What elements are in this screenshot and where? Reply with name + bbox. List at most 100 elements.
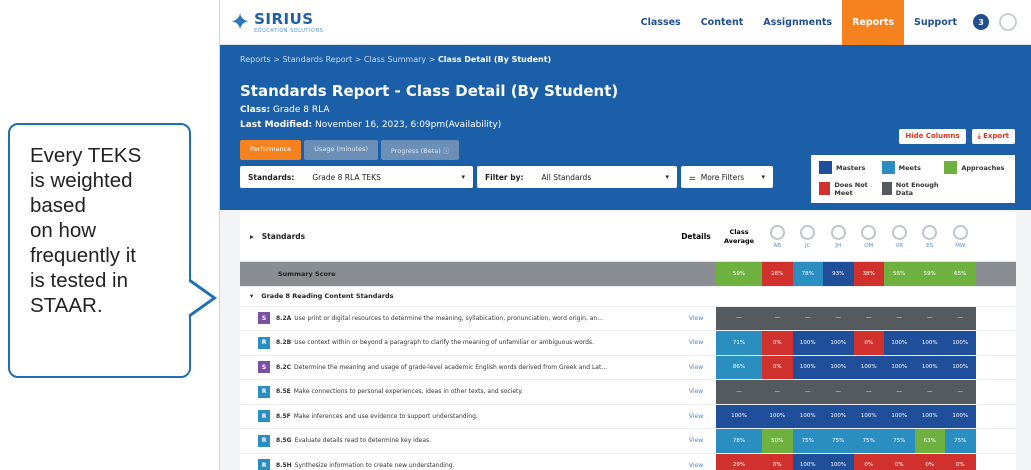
score-cell[interactable]: 100% bbox=[914, 331, 945, 355]
score-cell[interactable]: — bbox=[762, 380, 793, 404]
score-cell[interactable]: — bbox=[945, 380, 976, 404]
score-cell[interactable]: 0% bbox=[884, 453, 915, 470]
score-cell[interactable]: 100% bbox=[853, 404, 884, 428]
score-cell[interactable]: 0% bbox=[914, 453, 945, 470]
score-cell[interactable]: 100% bbox=[823, 453, 854, 470]
score-cell[interactable]: 75% bbox=[884, 429, 915, 453]
score-cell[interactable]: 100% bbox=[792, 453, 823, 470]
score-cell[interactable]: 56% bbox=[884, 262, 915, 286]
standards-column-header[interactable]: ▸ Standards bbox=[240, 232, 676, 241]
score-cell[interactable]: — bbox=[823, 380, 854, 404]
breadcrumb[interactable]: Reports > Standards Report > Class Summa… bbox=[240, 55, 1011, 64]
score-cell[interactable]: — bbox=[792, 380, 823, 404]
nav-assignments[interactable]: Assignments bbox=[753, 0, 842, 45]
score-cell[interactable]: — bbox=[884, 306, 915, 330]
standards-select[interactable]: Standards: Grade 8 RLA TEKS ▾ bbox=[240, 166, 473, 188]
class-average-cell: 59% bbox=[716, 262, 762, 286]
score-cell[interactable]: 0% bbox=[762, 331, 793, 355]
standard-type-icon: R bbox=[258, 336, 270, 349]
student-column-header[interactable]: JC bbox=[793, 224, 824, 249]
view-link[interactable]: View bbox=[676, 380, 716, 404]
legend-label: Meets bbox=[898, 163, 921, 172]
score-cell[interactable]: 0% bbox=[762, 355, 793, 379]
score-cell[interactable]: 50% bbox=[762, 429, 793, 453]
score-cell[interactable]: — bbox=[945, 306, 976, 330]
student-column-header[interactable]: MW bbox=[945, 224, 976, 249]
breadcrumb-path[interactable]: Reports > Standards Report > Class Summa… bbox=[240, 55, 438, 64]
nav-classes[interactable]: Classes bbox=[631, 0, 691, 45]
score-cell[interactable]: 38% bbox=[853, 262, 884, 286]
score-cell[interactable]: 0% bbox=[762, 453, 793, 470]
user-avatar[interactable] bbox=[999, 13, 1017, 31]
score-cell[interactable]: — bbox=[853, 306, 884, 330]
score-cell[interactable]: — bbox=[762, 306, 793, 330]
score-cell[interactable]: 78% bbox=[792, 262, 823, 286]
export-button[interactable]: ⤓ Export bbox=[971, 129, 1015, 144]
view-link[interactable]: View bbox=[676, 429, 716, 453]
score-cell[interactable]: 100% bbox=[792, 355, 823, 379]
student-column-header[interactable]: AB bbox=[762, 224, 793, 249]
nav-content[interactable]: Content bbox=[691, 0, 754, 45]
score-cell[interactable]: 100% bbox=[884, 331, 915, 355]
score-cell[interactable]: 75% bbox=[945, 429, 976, 453]
score-cell[interactable]: 100% bbox=[914, 404, 945, 428]
standard-cell: R 8.2B Use context within or beyond a para… bbox=[240, 331, 676, 355]
view-link[interactable]: View bbox=[676, 356, 716, 380]
student-column-header[interactable]: OM bbox=[854, 224, 885, 249]
standard-type-icon: R bbox=[258, 385, 270, 398]
sirius-logo[interactable]: ✦ SIRIUS EDUCATION SOLUTIONS bbox=[230, 10, 323, 34]
score-cell[interactable]: 0% bbox=[853, 453, 884, 470]
tab-usage[interactable]: Usage (minutes) bbox=[304, 140, 378, 160]
score-cell[interactable]: 100% bbox=[823, 355, 854, 379]
hide-columns-button[interactable]: Hide Columns bbox=[899, 129, 966, 144]
student-column-header[interactable]: ES bbox=[915, 224, 946, 249]
score-cell[interactable]: 100% bbox=[884, 355, 915, 379]
group-row[interactable]: ▾ Grade 8 Reading Content Standards bbox=[240, 287, 1016, 307]
score-cell[interactable]: — bbox=[823, 306, 854, 330]
notification-badge[interactable]: 3 bbox=[973, 14, 989, 30]
class-label: Class: bbox=[240, 105, 271, 115]
score-cell[interactable]: 26% bbox=[762, 262, 793, 286]
score-cell[interactable]: — bbox=[914, 306, 945, 330]
filter-select[interactable]: Filter by: All Standards ▾ bbox=[477, 166, 677, 188]
score-cell[interactable]: — bbox=[853, 380, 884, 404]
score-cell[interactable]: 100% bbox=[853, 355, 884, 379]
student-column-header[interactable]: VR bbox=[884, 224, 915, 249]
table-row: R 8.5H Synthesize information to create ne… bbox=[240, 453, 1016, 470]
standards-table: ▸ Standards Details Class Average AB JC JH O… bbox=[240, 212, 1016, 470]
score-cell[interactable]: 75% bbox=[823, 429, 854, 453]
score-cell[interactable]: — bbox=[792, 306, 823, 330]
nav-support[interactable]: Support bbox=[904, 0, 967, 45]
view-link[interactable]: View bbox=[676, 454, 716, 470]
score-cell[interactable]: 93% bbox=[823, 262, 854, 286]
score-cell[interactable]: 100% bbox=[823, 404, 854, 428]
view-link[interactable]: View bbox=[676, 331, 716, 355]
score-cell[interactable]: 59% bbox=[914, 262, 945, 286]
view-link[interactable]: View bbox=[676, 405, 716, 429]
score-cell[interactable]: 100% bbox=[914, 355, 945, 379]
score-cell[interactable]: 100% bbox=[792, 404, 823, 428]
score-cell[interactable]: — bbox=[884, 380, 915, 404]
score-cell[interactable]: 100% bbox=[884, 404, 915, 428]
view-link[interactable]: View bbox=[676, 307, 716, 331]
standard-code: 8.2B bbox=[276, 339, 292, 347]
score-cell[interactable]: 75% bbox=[792, 429, 823, 453]
score-cell[interactable]: 0% bbox=[853, 331, 884, 355]
nav-reports[interactable]: Reports bbox=[842, 0, 905, 45]
tab-performance[interactable]: Performance bbox=[240, 140, 302, 160]
score-cell[interactable]: — bbox=[914, 380, 945, 404]
score-cell[interactable]: 100% bbox=[762, 404, 793, 428]
more-filters-button[interactable]: ⚌ More Filters ▾ bbox=[681, 166, 773, 188]
score-cell[interactable]: 0% bbox=[945, 453, 976, 470]
score-cell[interactable]: 100% bbox=[792, 331, 823, 355]
score-cell[interactable]: 63% bbox=[914, 429, 945, 453]
legend-item: Does Not Meet bbox=[819, 181, 882, 198]
tab-progress[interactable]: Progress (Beta) ⓘ bbox=[380, 140, 460, 160]
score-cell[interactable]: 100% bbox=[945, 355, 976, 379]
score-cell[interactable]: 100% bbox=[945, 404, 976, 428]
score-cell[interactable]: 100% bbox=[945, 331, 976, 355]
score-cell[interactable]: 75% bbox=[853, 429, 884, 453]
score-cell[interactable]: 65% bbox=[945, 262, 976, 286]
student-column-header[interactable]: JH bbox=[823, 224, 854, 249]
score-cell[interactable]: 100% bbox=[823, 331, 854, 355]
